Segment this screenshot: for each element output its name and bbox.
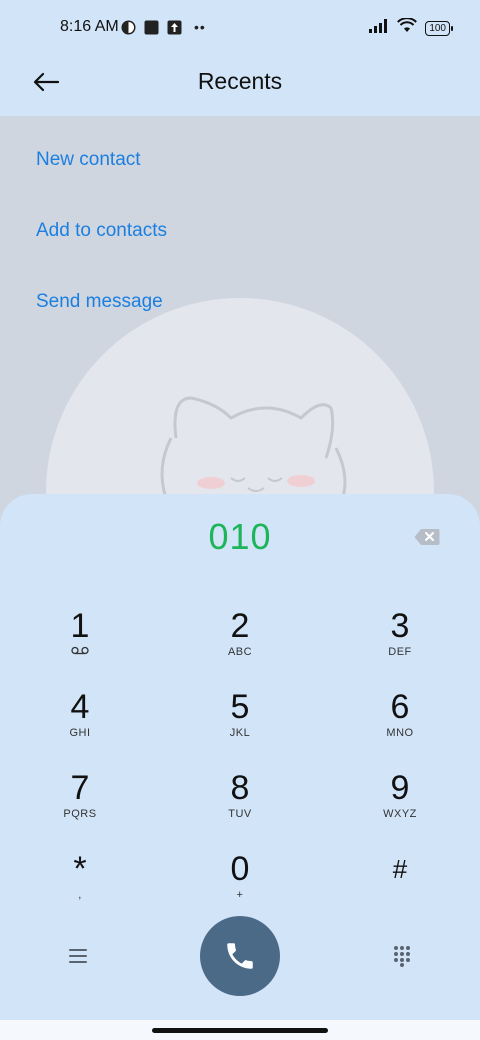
- upload-notification-icon: [167, 20, 182, 35]
- menu-button[interactable]: [63, 941, 93, 971]
- status-time: 8:16 AM: [60, 18, 119, 35]
- key-letters: TUV: [228, 808, 252, 820]
- key-digit: 1: [70, 607, 90, 645]
- app-notification-icon: [121, 20, 136, 35]
- more-notifications-icon: ••: [194, 19, 206, 35]
- app-header: Recents: [0, 56, 480, 116]
- dialpad-panel: 010 1 2 ABC 3 DEF 4 GHI 5 JKL 6 MNO 7 PQ…: [0, 494, 480, 1024]
- key-6[interactable]: 6 MNO: [350, 688, 450, 760]
- key-digit: 7: [70, 769, 90, 807]
- key-8[interactable]: 8 TUV: [190, 769, 290, 841]
- key-5[interactable]: 5 JKL: [190, 688, 290, 760]
- dialpad-icon: [394, 946, 410, 967]
- key-4[interactable]: 4 GHI: [30, 688, 130, 760]
- key-letters: DEF: [388, 646, 412, 658]
- key-9[interactable]: 9 WXYZ: [350, 769, 450, 841]
- key-digit: #: [392, 854, 408, 884]
- key-digit: 2: [230, 607, 250, 645]
- hamburger-menu-icon: [69, 949, 87, 963]
- backspace-button[interactable]: [414, 528, 440, 546]
- key-letters: ,: [78, 889, 82, 901]
- options-menu: New contact Add to contacts Send message: [0, 116, 480, 686]
- key-letters: PQRS: [63, 808, 97, 820]
- voicemail-icon: [30, 646, 130, 658]
- square-notification-icon: [144, 20, 159, 35]
- key-digit: 6: [390, 688, 410, 726]
- call-button[interactable]: [200, 916, 280, 996]
- key-digit: 3: [390, 607, 410, 645]
- key-letters: +: [236, 889, 244, 901]
- key-letters: WXYZ: [383, 808, 417, 820]
- key-digit: 9: [390, 769, 410, 807]
- key-7[interactable]: 7 PQRS: [30, 769, 130, 841]
- system-icons: 100: [369, 17, 453, 38]
- battery-icon: 100: [425, 20, 453, 36]
- key-digit: 0: [230, 850, 250, 888]
- key-1[interactable]: 1: [30, 607, 130, 679]
- dialed-number: 010: [208, 516, 272, 557]
- key-letters: JKL: [229, 727, 251, 739]
- notification-icons: ••: [121, 19, 206, 35]
- key-digit: *: [73, 850, 87, 888]
- key-letters: GHI: [69, 727, 91, 739]
- key-3[interactable]: 3 DEF: [350, 607, 450, 679]
- dialpad-toggle-button[interactable]: [387, 941, 417, 971]
- key-star[interactable]: * ,: [30, 850, 130, 922]
- key-letters: ABC: [227, 646, 253, 658]
- phone-icon: [227, 943, 253, 969]
- status-bar: 8:16 AM •• 100: [0, 0, 480, 56]
- key-2[interactable]: 2 ABC: [190, 607, 290, 679]
- key-hash[interactable]: #: [350, 850, 450, 922]
- key-letters: MNO: [386, 727, 414, 739]
- send-message-link[interactable]: Send message: [36, 291, 163, 313]
- new-contact-link[interactable]: New contact: [36, 149, 141, 171]
- home-gesture-handle[interactable]: [152, 1028, 328, 1033]
- key-digit: 5: [230, 688, 250, 726]
- wifi-icon: [397, 17, 418, 38]
- key-0[interactable]: 0 +: [190, 850, 290, 922]
- system-nav-bar: [0, 1020, 480, 1040]
- add-to-contacts-link[interactable]: Add to contacts: [36, 220, 167, 242]
- key-digit: 8: [230, 769, 250, 807]
- signal-icon: [369, 18, 389, 38]
- backspace-icon: [414, 529, 440, 545]
- page-title: Recents: [197, 68, 283, 94]
- key-digit: 4: [70, 688, 90, 726]
